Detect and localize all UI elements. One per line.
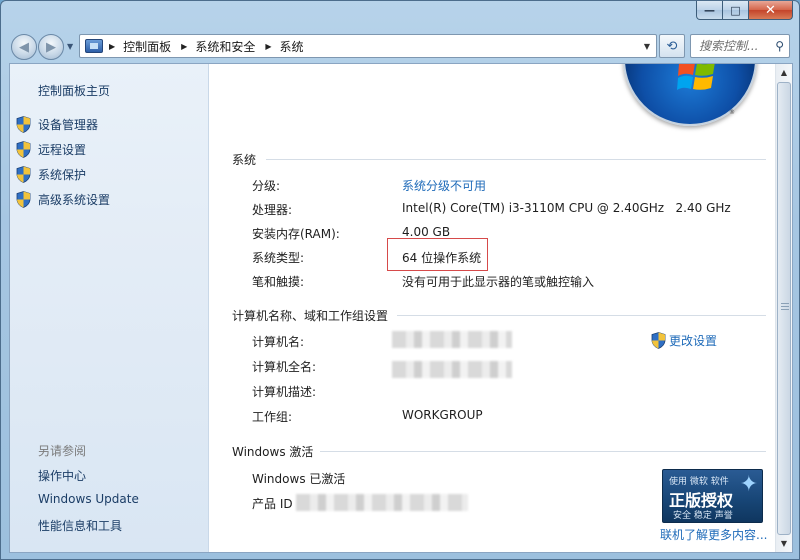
chevron-right-icon[interactable]: ▶ bbox=[181, 42, 187, 51]
genuine-badge[interactable]: 使用 微软 软件 正版授权 安全 稳定 声誉 ✦ bbox=[662, 469, 763, 523]
processor-label: 处理器: bbox=[252, 203, 293, 217]
breadcrumb-system-security[interactable]: 系统和安全 bbox=[195, 38, 255, 55]
sidebar-item-advanced-settings[interactable]: 高级系统设置 bbox=[16, 191, 110, 208]
computer-section-title: 计算机名称、域和工作组设置 bbox=[232, 309, 389, 323]
title-bar[interactable]: — □ ✕ bbox=[1, 1, 800, 29]
activation-status: Windows 已激活 bbox=[252, 472, 346, 486]
pen-touch-value: 没有可用于此显示器的笔或触控输入 bbox=[402, 275, 595, 289]
sidebar-item-label[interactable]: 远程设置 bbox=[38, 141, 86, 158]
change-settings-label[interactable]: 更改设置 bbox=[669, 332, 717, 349]
chevron-right-icon[interactable]: ▶ bbox=[109, 42, 115, 51]
star-icon: ✦ bbox=[739, 472, 758, 497]
content-area: 控制面板主页 设备管理器 远程设置 系统保护 高级系统设置 另请参阅 操作中心 … bbox=[9, 63, 793, 553]
scroll-down-button[interactable]: ▼ bbox=[776, 535, 792, 552]
see-also-performance-tools[interactable]: 性能信息和工具 bbox=[38, 517, 122, 534]
ram-label: 安装内存(RAM): bbox=[252, 227, 340, 241]
main-panel: ® 系统 分级: 系统分级不可用 处理器: Intel(R) Core(TM) … bbox=[210, 64, 776, 552]
scroll-thumb[interactable] bbox=[777, 82, 791, 535]
see-also-heading: 另请参阅 bbox=[38, 444, 87, 458]
workgroup-value: WORKGROUP bbox=[402, 408, 483, 422]
rating-link[interactable]: 系统分级不可用 bbox=[402, 177, 486, 194]
uac-shield-icon bbox=[651, 332, 666, 349]
uac-shield-icon bbox=[16, 191, 31, 208]
trademark-mark: ® bbox=[729, 109, 735, 116]
redacted-value bbox=[392, 331, 512, 348]
windows-flag-icon bbox=[677, 64, 715, 90]
see-also-action-center[interactable]: 操作中心 bbox=[38, 467, 86, 484]
address-dropdown-button[interactable]: ▼ bbox=[638, 35, 656, 57]
search-icon[interactable]: ⚲ bbox=[775, 39, 784, 53]
sidebar-item-label[interactable]: 设备管理器 bbox=[38, 116, 98, 133]
redacted-value bbox=[296, 494, 468, 511]
sidebar-home-link[interactable]: 控制面板主页 bbox=[38, 82, 110, 99]
computer-name-label: 计算机名: bbox=[252, 335, 305, 349]
section-divider bbox=[397, 315, 766, 316]
sidebar: 控制面板主页 设备管理器 远程设置 系统保护 高级系统设置 另请参阅 操作中心 … bbox=[10, 64, 209, 552]
section-divider bbox=[266, 159, 766, 160]
vertical-scrollbar[interactable]: ▲ ▼ bbox=[775, 64, 792, 552]
maximize-button[interactable]: □ bbox=[723, 1, 749, 20]
back-arrow-icon: ◀ bbox=[19, 39, 29, 55]
search-box[interactable]: ⚲ bbox=[690, 34, 790, 58]
sidebar-item-label[interactable]: 高级系统设置 bbox=[38, 191, 110, 208]
uac-shield-icon bbox=[16, 166, 31, 183]
sidebar-item-system-protection[interactable]: 系统保护 bbox=[16, 166, 86, 183]
genuine-badge-top: 使用 微软 软件 bbox=[669, 477, 729, 487]
forward-button[interactable]: ▶ bbox=[38, 34, 64, 60]
pen-touch-label: 笔和触摸: bbox=[252, 275, 305, 289]
recent-pages-dropdown[interactable]: ▼ bbox=[67, 42, 73, 51]
see-also-windows-update[interactable]: Windows Update bbox=[38, 492, 139, 506]
product-id-label: 产品 ID bbox=[252, 497, 293, 511]
uac-shield-icon bbox=[16, 141, 31, 158]
address-bar[interactable]: ▶ 控制面板 ▶ 系统和安全 ▶ 系统 ▼ bbox=[79, 34, 657, 58]
change-settings-link[interactable]: 更改设置 bbox=[651, 332, 717, 349]
search-input[interactable] bbox=[699, 39, 771, 53]
activation-section-title: Windows 激活 bbox=[232, 445, 314, 459]
computer-description-label: 计算机描述: bbox=[252, 385, 317, 399]
uac-shield-icon bbox=[16, 116, 31, 133]
workgroup-label: 工作组: bbox=[252, 410, 293, 424]
navigation-bar: ◀ ▶ ▼ ▶ 控制面板 ▶ 系统和安全 ▶ 系统 ▼ ⟲ ⚲ bbox=[1, 29, 800, 63]
breadcrumb-control-panel[interactable]: 控制面板 bbox=[123, 38, 171, 55]
ram-value: 4.00 GB bbox=[402, 225, 451, 239]
breadcrumb-system[interactable]: 系统 bbox=[280, 38, 304, 55]
genuine-badge-bottom: 安全 稳定 声誉 bbox=[673, 511, 733, 521]
sidebar-item-remote-settings[interactable]: 远程设置 bbox=[16, 141, 86, 158]
system-type-label: 系统类型: bbox=[252, 251, 305, 265]
forward-arrow-icon: ▶ bbox=[46, 39, 56, 55]
scroll-up-button[interactable]: ▲ bbox=[776, 64, 792, 81]
close-button[interactable]: ✕ bbox=[749, 1, 793, 20]
chevron-right-icon[interactable]: ▶ bbox=[265, 42, 271, 51]
back-button[interactable]: ◀ bbox=[11, 34, 37, 60]
processor-value: Intel(R) Core(TM) i3-3110M CPU @ 2.40GHz… bbox=[402, 201, 731, 215]
refresh-button[interactable]: ⟲ bbox=[659, 34, 685, 58]
learn-more-link[interactable]: 联机了解更多内容... bbox=[660, 526, 767, 543]
window-controls: — □ ✕ bbox=[696, 1, 793, 20]
sidebar-item-label[interactable]: 系统保护 bbox=[38, 166, 86, 183]
full-computer-name-label: 计算机全名: bbox=[252, 360, 317, 374]
minimize-button[interactable]: — bbox=[696, 1, 723, 20]
sidebar-item-device-manager[interactable]: 设备管理器 bbox=[16, 116, 98, 133]
window-frame: — □ ✕ ◀ ▶ ▼ ▶ 控制面板 ▶ 系统和安全 ▶ 系统 ▼ ⟲ ⚲ bbox=[0, 0, 800, 560]
highlight-box bbox=[387, 238, 488, 271]
redacted-value bbox=[392, 361, 512, 378]
section-divider bbox=[320, 451, 766, 452]
control-panel-icon bbox=[85, 39, 103, 53]
windows-logo bbox=[623, 64, 757, 126]
refresh-icon: ⟲ bbox=[666, 38, 678, 54]
system-section-title: 系统 bbox=[232, 153, 257, 167]
rating-label: 分级: bbox=[252, 179, 281, 193]
